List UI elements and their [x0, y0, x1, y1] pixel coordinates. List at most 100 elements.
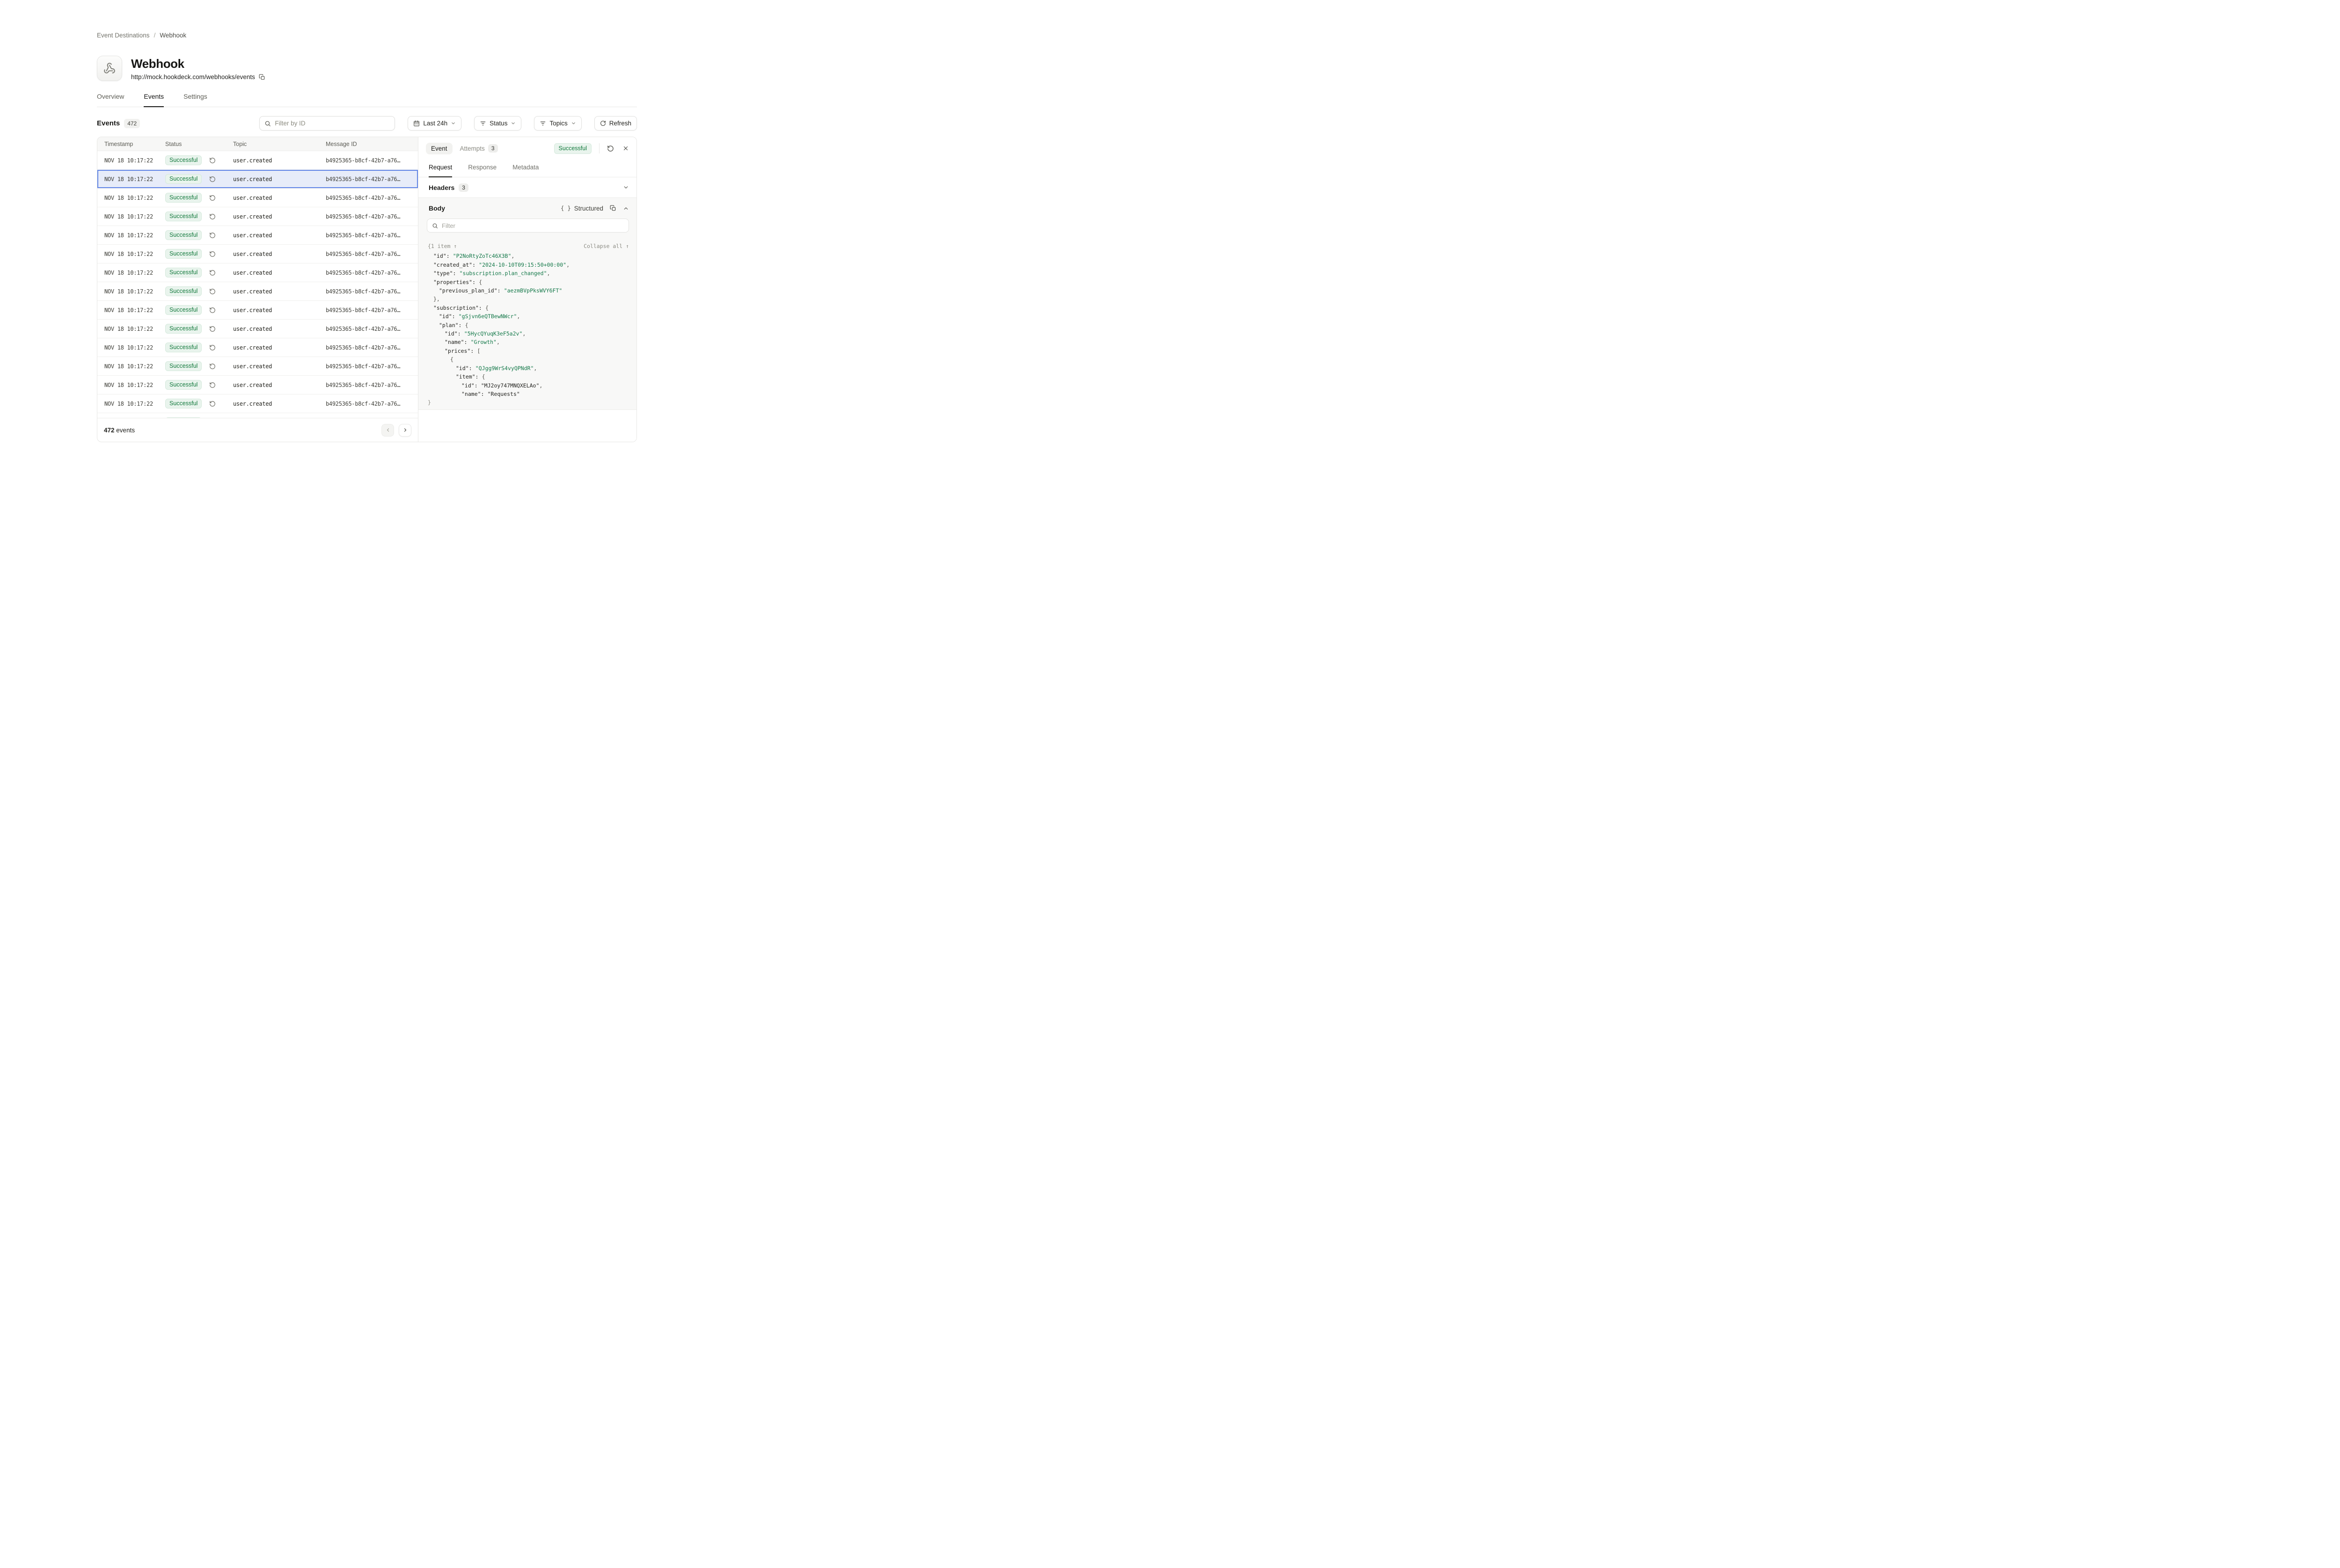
calendar-icon [413, 120, 420, 127]
subtab-response[interactable]: Response [468, 160, 497, 177]
status-badge: Successful [165, 343, 202, 352]
json-line: "id":"5HycQYuqK3eF5a2v", [428, 329, 629, 338]
table-row[interactable]: NOV 18 10:17:22 Successful user.created … [97, 357, 418, 376]
events-heading: Events [97, 119, 120, 127]
retry-icon[interactable] [209, 251, 216, 257]
table-rows: NOV 18 10:17:22 Successful user.created … [97, 151, 418, 418]
retry-icon[interactable] [209, 270, 216, 276]
retry-icon[interactable] [209, 213, 216, 220]
json-line: "plan":{ [428, 321, 629, 329]
filter-by-id-input[interactable] [275, 120, 390, 127]
retry-icon[interactable] [209, 382, 216, 388]
next-page-button[interactable] [399, 424, 411, 437]
table-row[interactable]: NOV 18 10:17:22 Successful user.created … [97, 282, 418, 301]
filter-icon [480, 120, 486, 127]
row-message-id: b4925365-b8cf-42b7-a76… [326, 326, 400, 332]
row-timestamp: NOV 18 10:17:22 [104, 270, 153, 276]
row-message-id: b4925365-b8cf-42b7-a76… [326, 363, 400, 370]
body-filter-input[interactable] [442, 222, 624, 229]
subtab-request[interactable]: Request [429, 160, 452, 177]
time-range-button[interactable]: Last 24h [408, 116, 461, 131]
total-events-count: 472 events [104, 427, 135, 434]
chevron-up-icon[interactable] [623, 205, 629, 211]
subtab-metadata[interactable]: Metadata [512, 160, 539, 177]
status-badge: Successful [165, 305, 202, 315]
panel-subtabs: Request Response Metadata [418, 160, 636, 177]
table-row[interactable]: NOV 18 10:17:22 Successful user.created … [97, 226, 418, 245]
retry-icon[interactable] [209, 288, 216, 295]
row-timestamp: NOV 18 10:17:22 [104, 401, 153, 407]
webhook-events-page: Event Destinations / Webhook Webhook htt… [0, 0, 734, 474]
events-count-badge: 472 [124, 119, 140, 128]
status-badge: Successful [165, 324, 202, 334]
json-line: "properties":{ [428, 278, 629, 286]
table-row[interactable]: NOV 18 10:17:22 Successful user.created … [97, 263, 418, 282]
row-message-id: b4925365-b8cf-42b7-a76… [326, 251, 400, 257]
row-timestamp: NOV 18 10:17:22 [104, 363, 153, 370]
divider [599, 143, 600, 153]
breadcrumb-event-destinations[interactable]: Event Destinations [97, 32, 150, 39]
tab-overview[interactable]: Overview [97, 93, 124, 107]
body-label: Body [429, 204, 445, 212]
row-message-id: b4925365-b8cf-42b7-a76… [326, 307, 400, 314]
row-timestamp: NOV 18 10:17:22 [104, 213, 153, 220]
retry-icon[interactable] [209, 232, 216, 239]
retry-icon[interactable] [209, 363, 216, 370]
filter-by-id-input-wrap [259, 116, 395, 131]
structured-view-toggle[interactable]: { } Structured [561, 205, 603, 212]
events-table: Timestamp Status Topic Message ID NOV 18… [97, 137, 418, 442]
row-message-id: b4925365-b8cf-42b7-a76… [326, 288, 400, 295]
panel-tab-attempts[interactable]: Attempts 3 [460, 144, 498, 153]
copy-body-icon[interactable] [610, 205, 616, 211]
row-topic: user.created [233, 176, 272, 182]
chevron-down-icon[interactable] [623, 184, 629, 190]
status-filter-label: Status [490, 120, 507, 127]
status-badge: Successful [165, 249, 202, 259]
retry-icon[interactable] [209, 326, 216, 332]
table-row[interactable]: NOV 18 10:17:22 Successful user.created … [97, 338, 418, 357]
breadcrumb-separator: / [154, 32, 156, 39]
row-message-id: b4925365-b8cf-42b7-a76… [326, 157, 400, 164]
json-line: "prices":[ [428, 347, 629, 355]
row-topic: user.created [233, 401, 272, 407]
retry-icon[interactable] [209, 344, 216, 351]
table-row[interactable]: NOV 18 10:17:22 Successful user.created … [97, 320, 418, 338]
tab-settings[interactable]: Settings [183, 93, 207, 107]
view-mode-label: Structured [574, 205, 603, 212]
json-line: "name":"Growth", [428, 338, 629, 346]
chevron-down-icon [451, 121, 456, 126]
row-message-id: b4925365-b8cf-42b7-a76… [326, 401, 400, 407]
retry-event-icon[interactable] [607, 145, 614, 152]
headers-section[interactable]: Headers 3 [418, 177, 636, 198]
table-row[interactable]: NOV 18 10:17:22 Successful user.created … [97, 301, 418, 320]
row-topic: user.created [233, 326, 272, 332]
copy-url-icon[interactable] [259, 74, 265, 80]
retry-icon[interactable] [209, 401, 216, 407]
row-message-id: b4925365-b8cf-42b7-a76… [326, 232, 400, 239]
table-row[interactable]: NOV 18 10:17:22 Successful user.created … [97, 245, 418, 263]
json-item-count[interactable]: {1 item ↑ [428, 242, 457, 250]
close-icon[interactable] [622, 145, 629, 152]
retry-icon[interactable] [209, 307, 216, 314]
tab-events[interactable]: Events [144, 93, 164, 107]
table-row[interactable]: NOV 18 10:17:22 Successful user.created … [97, 413, 418, 418]
retry-icon[interactable] [209, 195, 216, 201]
collapse-all-button[interactable]: Collapse all ↑ [584, 242, 629, 250]
status-filter-button[interactable]: Status [474, 116, 521, 131]
table-row[interactable]: NOV 18 10:17:22 Successful user.created … [97, 170, 418, 189]
retry-icon[interactable] [209, 176, 216, 182]
panel-tab-event[interactable]: Event [426, 143, 453, 154]
table-row[interactable]: NOV 18 10:17:22 Successful user.created … [97, 151, 418, 170]
topics-filter-button[interactable]: Topics [534, 116, 581, 131]
search-icon [264, 120, 271, 127]
json-line: "name":"Requests" [428, 390, 629, 398]
table-row[interactable]: NOV 18 10:17:22 Successful user.created … [97, 207, 418, 226]
table-row[interactable]: NOV 18 10:17:22 Successful user.created … [97, 376, 418, 394]
table-row[interactable]: NOV 18 10:17:22 Successful user.created … [97, 394, 418, 413]
table-row[interactable]: NOV 18 10:17:22 Successful user.created … [97, 189, 418, 207]
page-tabs: Overview Events Settings [97, 93, 637, 107]
previous-page-button[interactable] [381, 424, 394, 437]
column-topic: Topic [233, 141, 326, 147]
retry-icon[interactable] [209, 157, 216, 164]
refresh-button[interactable]: Refresh [594, 116, 637, 131]
